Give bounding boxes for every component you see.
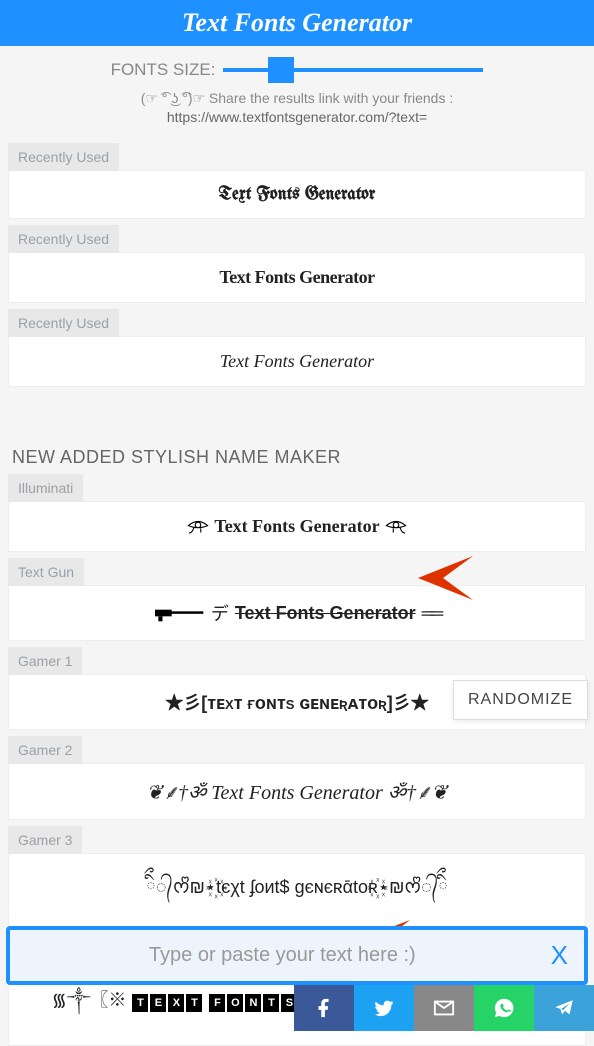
recently-used-group: Recently Used Text Fonts Generator — [8, 143, 586, 219]
slider-track — [223, 68, 483, 72]
page-header: Text Fonts Generator — [0, 0, 594, 46]
close-button[interactable]: X — [551, 940, 568, 971]
font-output[interactable]: ᭄ིྀᰔᩚ₪⋆꙰tєχt ʄoᴎt$ gєɴєʀᾱtoʀ꙰⋆₪ᰔᩚ᭄ིྀ — [8, 853, 586, 933]
share-email-button[interactable] — [414, 985, 474, 1031]
font-output[interactable]: Text Fonts Generator — [8, 336, 586, 387]
section-title: NEW ADDED STYLISH NAME MAKER — [12, 447, 582, 468]
share-text: (☞ ͡° ͜ʖ ͡°)☞ Share the results link wit… — [12, 90, 582, 107]
font-tag: Text Gun — [8, 558, 84, 586]
facebook-icon — [313, 997, 335, 1019]
eye-of-horus-icon — [385, 520, 407, 534]
font-text: Text Fonts Generator — [214, 516, 379, 536]
styled-group: Illuminati Text Fonts Generator — [8, 474, 586, 552]
twitter-icon — [373, 997, 395, 1019]
recently-used-group: Recently Used Text Fonts Generator — [8, 225, 586, 303]
page-title: Text Fonts Generator — [182, 8, 412, 37]
styled-group: Text Gun デ Text Fonts Generator ══ — [8, 558, 586, 641]
font-tag: Recently Used — [8, 309, 119, 337]
ornament-right-icon: ॐ†⸙❦ — [388, 782, 448, 804]
recently-used-group: Recently Used Text Fonts Generator — [8, 309, 586, 387]
font-text: Text Fonts Generator — [211, 782, 382, 804]
font-tag: Recently Used — [8, 143, 119, 171]
fonts-size-label: FONTS SIZE: — [111, 60, 216, 80]
controls-area: FONTS SIZE: (☞ ͡° ͜ʖ ͡°)☞ Share the resu… — [0, 46, 594, 137]
font-output[interactable]: Text Fonts Generator — [8, 252, 586, 303]
fonts-size-slider[interactable] — [223, 58, 483, 82]
randomize-button[interactable]: RANDOMIZE — [453, 680, 588, 720]
font-text: ₪⋆꙰tєχt ʄoᴎt$ gєɴєʀᾱtoʀ꙰⋆₪ — [190, 877, 405, 897]
font-tag: Gamer 3 — [8, 826, 82, 854]
ornament-left-icon: ᭄ིྀᰔᩚ — [146, 877, 190, 897]
text-input[interactable] — [26, 944, 539, 967]
font-text: Text Fonts Generator — [235, 603, 416, 624]
gun-icon — [155, 604, 205, 622]
share-twitter-button[interactable] — [354, 985, 414, 1031]
font-output[interactable]: デ Text Fonts Generator ══ — [8, 585, 586, 641]
telegram-icon — [553, 997, 575, 1019]
input-bar: X — [6, 926, 588, 985]
slider-thumb[interactable] — [268, 57, 294, 83]
font-tag: Gamer 2 — [8, 736, 82, 764]
styled-group: Gamer 2 ❦⸙†ॐ Text Fonts Generator ॐ†⸙❦ — [8, 736, 586, 820]
ornament-left-icon: ❦⸙†ॐ — [146, 782, 206, 804]
ornament-left-icon: ᯾༒〖※ — [52, 990, 127, 1010]
fonts-size-row: FONTS SIZE: — [111, 58, 484, 82]
ornament-right-icon: ᰔᩚ᭄ིྀ — [404, 877, 448, 897]
share-whatsapp-button[interactable] — [474, 985, 534, 1031]
email-icon — [433, 997, 455, 1019]
share-facebook-button[interactable] — [294, 985, 354, 1031]
font-output[interactable]: Text Fonts Generator — [8, 501, 586, 552]
styled-group: Gamer 3 ᭄ིྀᰔᩚ₪⋆꙰tєχt ʄoᴎt$ gєɴєʀᾱtoʀ꙰⋆₪ᰔ… — [8, 826, 586, 933]
font-output[interactable]: Text Fonts Generator — [8, 170, 586, 219]
whatsapp-icon — [493, 997, 515, 1019]
share-link[interactable]: https://www.textfontsgenerator.com/?text… — [12, 109, 582, 125]
eye-of-horus-icon — [187, 520, 209, 534]
font-tag: Illuminati — [8, 474, 83, 502]
font-tag: Gamer 1 — [8, 647, 82, 675]
font-output[interactable]: ❦⸙†ॐ Text Fonts Generator ॐ†⸙❦ — [8, 763, 586, 820]
font-tag: Recently Used — [8, 225, 119, 253]
share-telegram-button[interactable] — [534, 985, 594, 1031]
social-share-row — [294, 985, 594, 1031]
